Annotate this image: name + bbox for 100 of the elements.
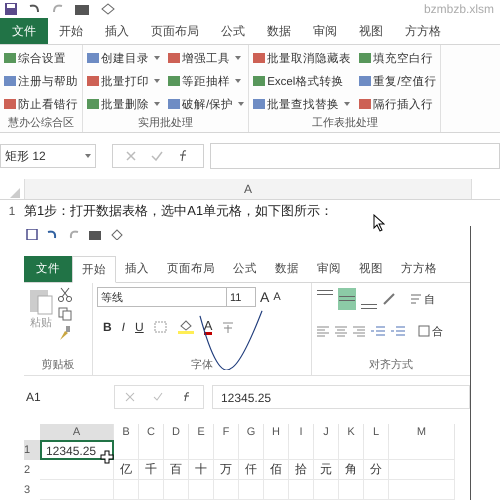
column-header: D [164, 424, 189, 440]
ribbon-button[interactable]: 重复/空值行 [357, 70, 438, 92]
table-cell: 亿 [114, 460, 139, 480]
tool-icon [253, 99, 266, 109]
empty-cell [189, 440, 214, 460]
ribbon-button[interactable]: 破解/保护 [166, 93, 246, 115]
ribbon-tab[interactable]: 方方格 [394, 18, 452, 44]
name-box[interactable]: 矩形 12 [0, 144, 96, 168]
table-cell: 分 [364, 460, 389, 480]
ribbon-button[interactable]: 填充空白行 [357, 47, 438, 69]
font-name-field: 等线 [97, 287, 227, 307]
brush-icon [58, 325, 72, 341]
ribbon-tab[interactable]: 公式 [224, 256, 266, 282]
table-cell: 佰 [264, 460, 289, 480]
save-icon[interactable] [4, 3, 18, 15]
ribbon-button[interactable]: 增强工具 [166, 47, 246, 69]
row-number[interactable]: 1 [0, 204, 24, 218]
ribbon-button[interactable]: 创建目录 [85, 47, 162, 69]
group-label: 剪贴板 [40, 358, 76, 373]
ribbon-button[interactable]: 批量打印 [85, 70, 162, 92]
ribbon-button[interactable]: 综合设置 [2, 47, 80, 69]
format-letter: I [122, 320, 126, 334]
caret-icon[interactable] [85, 154, 91, 158]
ribbon-button[interactable]: 批量取消隐藏表 [251, 47, 354, 69]
ribbon-tab[interactable]: 公式 [210, 18, 256, 44]
ribbon-tab[interactable]: 插入 [116, 256, 158, 282]
caret-icon [235, 79, 241, 83]
ribbon-button[interactable]: 批量查找替换 [251, 93, 354, 115]
tool-icon [4, 99, 16, 109]
ribbon-tab[interactable]: 审阅 [308, 256, 350, 282]
tool-icon [253, 53, 266, 63]
ribbon-tab[interactable]: 插入 [94, 18, 140, 44]
cell-text: 第1步：打开数据表格，选中A1单元格，如下图所示： [24, 202, 334, 220]
ribbon-tab[interactable]: 文件 [24, 256, 72, 282]
toolbox-icon [88, 228, 104, 240]
column-header: C [139, 424, 164, 440]
caret-icon [235, 56, 241, 60]
table-cell: 十 [189, 460, 214, 480]
ribbon-button[interactable]: 注册与帮助 [2, 70, 80, 92]
ribbon-tab[interactable]: 审阅 [302, 18, 348, 44]
tool-icon [87, 99, 99, 109]
empty-cell [264, 440, 289, 460]
caret-icon [154, 102, 160, 106]
tool-icon [168, 99, 180, 109]
align-left-icon [316, 325, 330, 337]
empty-cell [314, 440, 339, 460]
ribbon-tab[interactable]: 页面布局 [140, 18, 210, 44]
empty-cell [114, 440, 139, 460]
group-label: 工作表批处理 [310, 116, 379, 131]
check-icon[interactable] [151, 150, 163, 162]
empty-cell [214, 440, 239, 460]
table-cell: 百 [164, 460, 189, 480]
column-header[interactable]: A [24, 179, 472, 199]
format-letter: B [103, 320, 112, 334]
table-cell: 角 [339, 460, 364, 480]
empty-cell [239, 440, 264, 460]
merge-icon [418, 325, 430, 337]
row-number: 3 [24, 483, 32, 498]
ribbon-button[interactable]: 隔行插入行 [357, 93, 438, 115]
indent-icon [390, 325, 406, 337]
table-cell: 千 [139, 460, 164, 480]
ribbon-tab[interactable]: 开始 [48, 18, 94, 44]
align-right-icon [352, 325, 366, 337]
grow-font-label: A [260, 289, 270, 305]
tool-icon [4, 53, 16, 63]
column-header: M [389, 424, 455, 440]
column-header: J [314, 424, 339, 440]
fill-color-icon [178, 320, 194, 334]
ribbon-tab[interactable]: 数据 [256, 18, 302, 44]
ribbon-button[interactable]: 批量删除 [85, 93, 162, 115]
ribbon-tab[interactable]: 视图 [350, 256, 392, 282]
tool-icon [253, 76, 266, 86]
empty-cell [339, 440, 364, 460]
tool-icon [4, 76, 16, 86]
save-icon [26, 228, 38, 240]
ribbon-tab[interactable]: 方方格 [392, 256, 446, 282]
group-label: 字体 [190, 358, 214, 373]
table-cell: 元 [314, 460, 339, 480]
ribbon-button[interactable]: Excel格式转换 [251, 70, 354, 92]
group-label: 慧办公综合区 [7, 116, 75, 131]
formula-input[interactable] [210, 143, 500, 169]
ribbon-button[interactable]: 等距抽样 [166, 70, 246, 92]
paste-label: 粘贴 [30, 316, 52, 330]
ribbon-tab[interactable]: 文件 [0, 18, 48, 44]
ribbon-button[interactable]: 防止看错行 [2, 93, 80, 115]
column-header: F [214, 424, 239, 440]
toolbox-icon[interactable] [74, 3, 92, 15]
cancel-icon [125, 392, 135, 402]
ribbon-tab[interactable]: 页面布局 [158, 256, 224, 282]
tool-icon [359, 53, 372, 63]
table-cell: 万 [214, 460, 239, 480]
clipboard-icon [28, 287, 54, 315]
ribbon-tab[interactable]: 视图 [348, 18, 394, 44]
ribbon-tab[interactable]: 数据 [266, 256, 308, 282]
ribbon-tab[interactable]: 开始 [72, 256, 116, 283]
group-label: 实用批处理 [137, 116, 194, 131]
empty-cell [389, 440, 455, 460]
wrap-text-label: 自 [424, 292, 435, 306]
column-header: B [114, 424, 139, 440]
column-header: I [289, 424, 314, 440]
